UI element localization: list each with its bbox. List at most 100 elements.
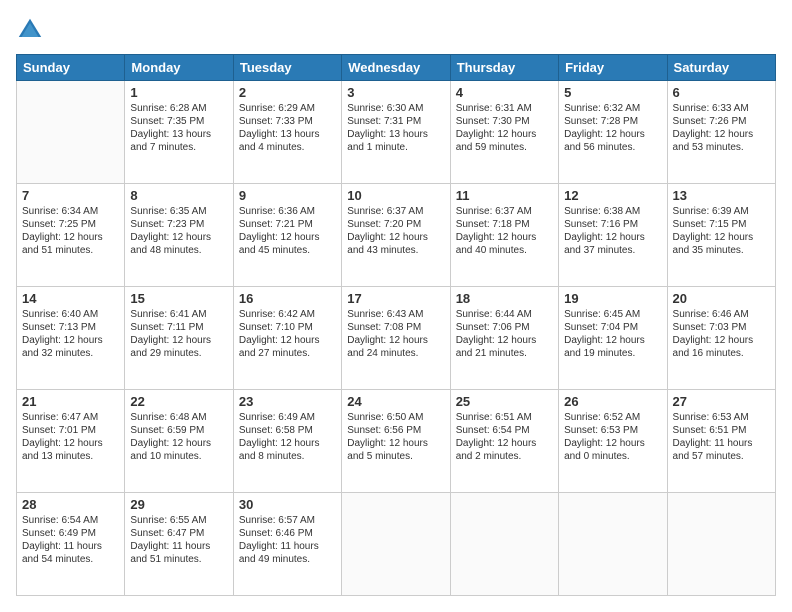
cell-text: Sunrise: 6:40 AM Sunset: 7:13 PM Dayligh… [22,308,119,360]
cell-text: Sunrise: 6:57 AM Sunset: 6:46 PM Dayligh… [239,514,336,566]
calendar-cell: 1Sunrise: 6:28 AM Sunset: 7:35 PM Daylig… [125,81,233,184]
day-number: 22 [130,394,227,409]
cell-text: Sunrise: 6:52 AM Sunset: 6:53 PM Dayligh… [564,411,661,463]
calendar-cell: 15 Sunrise: 6:41 AM Sunset: 7:11 PM Dayli… [125,287,233,390]
day-number: 24 [347,394,444,409]
calendar-cell: 22 Sunrise: 6:48 AM Sunset: 6:59 PM Dayli… [125,390,233,493]
cell-text: Sunrise: 6:32 AM Sunset: 7:28 PM Dayligh… [564,102,661,154]
day-number: 30 [239,497,336,512]
calendar-cell: 11 Sunrise: 6:37 AM Sunset: 7:18 PM Dayli… [450,184,558,287]
calendar-cell: 2 Sunrise: 6:29 AM Sunset: 7:33 PM Daylig… [233,81,341,184]
day-number: 21 [22,394,119,409]
day-number: 18 [456,291,553,306]
cell-text: Sunrise: 6:55 AM Sunset: 6:47 PM Dayligh… [130,514,227,566]
calendar-header-sunday: Sunday [17,55,125,81]
cell-text: Sunrise: 6:42 AM Sunset: 7:10 PM Dayligh… [239,308,336,360]
day-number: 23 [239,394,336,409]
day-number: 2 [239,85,336,100]
calendar-header-saturday: Saturday [667,55,775,81]
cell-text: Sunrise: 6:54 AM Sunset: 6:49 PM Dayligh… [22,514,119,566]
day-number: 29 [130,497,227,512]
calendar-cell: 25Sunrise: 6:51 AM Sunset: 6:54 PM Dayli… [450,390,558,493]
calendar-cell: 26 Sunrise: 6:52 AM Sunset: 6:53 PM Dayli… [559,390,667,493]
calendar-cell [17,81,125,184]
day-number: 12 [564,188,661,203]
cell-text: Sunrise: 6:39 AM Sunset: 7:15 PM Dayligh… [673,205,770,257]
day-number: 14 [22,291,119,306]
calendar-cell: 28 Sunrise: 6:54 AM Sunset: 6:49 PM Dayli… [17,493,125,596]
calendar-cell: 24 Sunrise: 6:50 AM Sunset: 6:56 PM Dayli… [342,390,450,493]
calendar-cell: 16 Sunrise: 6:42 AM Sunset: 7:10 PM Dayli… [233,287,341,390]
cell-text: Sunrise: 6:37 AM Sunset: 7:20 PM Dayligh… [347,205,444,257]
day-number: 10 [347,188,444,203]
calendar-week-row: 7 Sunrise: 6:34 AM Sunset: 7:25 PM Daylig… [17,184,776,287]
cell-text: Sunrise: 6:31 AM Sunset: 7:30 PM Dayligh… [456,102,553,154]
cell-text: Sunrise: 6:37 AM Sunset: 7:18 PM Dayligh… [456,205,553,257]
calendar-cell [559,493,667,596]
cell-text: Sunrise: 6:48 AM Sunset: 6:59 PM Dayligh… [130,411,227,463]
calendar-cell: 17Sunrise: 6:43 AM Sunset: 7:08 PM Dayli… [342,287,450,390]
cell-text: Sunrise: 6:47 AM Sunset: 7:01 PM Dayligh… [22,411,119,463]
calendar-cell [450,493,558,596]
calendar-cell: 8 Sunrise: 6:35 AM Sunset: 7:23 PM Daylig… [125,184,233,287]
calendar-cell: 9Sunrise: 6:36 AM Sunset: 7:21 PM Daylig… [233,184,341,287]
calendar-cell: 14 Sunrise: 6:40 AM Sunset: 7:13 PM Dayli… [17,287,125,390]
calendar-header-friday: Friday [559,55,667,81]
calendar-cell: 27 Sunrise: 6:53 AM Sunset: 6:51 PM Dayli… [667,390,775,493]
day-number: 3 [347,85,444,100]
calendar-week-row: 1Sunrise: 6:28 AM Sunset: 7:35 PM Daylig… [17,81,776,184]
cell-text: Sunrise: 6:41 AM Sunset: 7:11 PM Dayligh… [130,308,227,360]
day-number: 19 [564,291,661,306]
day-number: 7 [22,188,119,203]
calendar-cell: 10 Sunrise: 6:37 AM Sunset: 7:20 PM Dayli… [342,184,450,287]
calendar-cell: 5Sunrise: 6:32 AM Sunset: 7:28 PM Daylig… [559,81,667,184]
day-number: 15 [130,291,227,306]
calendar-cell: 23 Sunrise: 6:49 AM Sunset: 6:58 PM Dayli… [233,390,341,493]
day-number: 25 [456,394,553,409]
cell-text: Sunrise: 6:44 AM Sunset: 7:06 PM Dayligh… [456,308,553,360]
calendar-cell: 21 Sunrise: 6:47 AM Sunset: 7:01 PM Dayli… [17,390,125,493]
calendar-header-thursday: Thursday [450,55,558,81]
cell-text: Sunrise: 6:38 AM Sunset: 7:16 PM Dayligh… [564,205,661,257]
day-number: 26 [564,394,661,409]
cell-text: Sunrise: 6:43 AM Sunset: 7:08 PM Dayligh… [347,308,444,360]
logo [16,16,48,44]
cell-text: Sunrise: 6:45 AM Sunset: 7:04 PM Dayligh… [564,308,661,360]
calendar-cell: 20Sunrise: 6:46 AM Sunset: 7:03 PM Dayli… [667,287,775,390]
day-number: 28 [22,497,119,512]
calendar-cell: 3 Sunrise: 6:30 AM Sunset: 7:31 PM Daylig… [342,81,450,184]
calendar-header-monday: Monday [125,55,233,81]
day-number: 8 [130,188,227,203]
calendar-cell: 29 Sunrise: 6:55 AM Sunset: 6:47 PM Dayli… [125,493,233,596]
page: SundayMondayTuesdayWednesdayThursdayFrid… [0,0,792,612]
cell-text: Sunrise: 6:36 AM Sunset: 7:21 PM Dayligh… [239,205,336,257]
day-number: 27 [673,394,770,409]
calendar-cell: 13 Sunrise: 6:39 AM Sunset: 7:15 PM Dayli… [667,184,775,287]
cell-text: Sunrise: 6:33 AM Sunset: 7:26 PM Dayligh… [673,102,770,154]
calendar-cell [667,493,775,596]
calendar-week-row: 21 Sunrise: 6:47 AM Sunset: 7:01 PM Dayli… [17,390,776,493]
calendar-cell: 19 Sunrise: 6:45 AM Sunset: 7:04 PM Dayli… [559,287,667,390]
cell-text: Sunrise: 6:50 AM Sunset: 6:56 PM Dayligh… [347,411,444,463]
calendar-cell [342,493,450,596]
cell-text: Sunrise: 6:46 AM Sunset: 7:03 PM Dayligh… [673,308,770,360]
cell-text: Sunrise: 6:30 AM Sunset: 7:31 PM Dayligh… [347,102,444,154]
day-number: 6 [673,85,770,100]
day-number: 16 [239,291,336,306]
cell-text: Sunrise: 6:49 AM Sunset: 6:58 PM Dayligh… [239,411,336,463]
calendar-cell: 30 Sunrise: 6:57 AM Sunset: 6:46 PM Dayli… [233,493,341,596]
cell-text: Sunrise: 6:35 AM Sunset: 7:23 PM Dayligh… [130,205,227,257]
calendar-cell: 4Sunrise: 6:31 AM Sunset: 7:30 PM Daylig… [450,81,558,184]
day-number: 1 [130,85,227,100]
calendar-header-tuesday: Tuesday [233,55,341,81]
calendar-week-row: 14 Sunrise: 6:40 AM Sunset: 7:13 PM Dayli… [17,287,776,390]
cell-text: Sunrise: 6:29 AM Sunset: 7:33 PM Dayligh… [239,102,336,154]
calendar-week-row: 28 Sunrise: 6:54 AM Sunset: 6:49 PM Dayli… [17,493,776,596]
cell-text: Sunrise: 6:53 AM Sunset: 6:51 PM Dayligh… [673,411,770,463]
day-number: 13 [673,188,770,203]
calendar-cell: 18 Sunrise: 6:44 AM Sunset: 7:06 PM Dayli… [450,287,558,390]
cell-text: Sunrise: 6:34 AM Sunset: 7:25 PM Dayligh… [22,205,119,257]
day-number: 11 [456,188,553,203]
calendar-header-row: SundayMondayTuesdayWednesdayThursdayFrid… [17,55,776,81]
header [16,16,776,44]
